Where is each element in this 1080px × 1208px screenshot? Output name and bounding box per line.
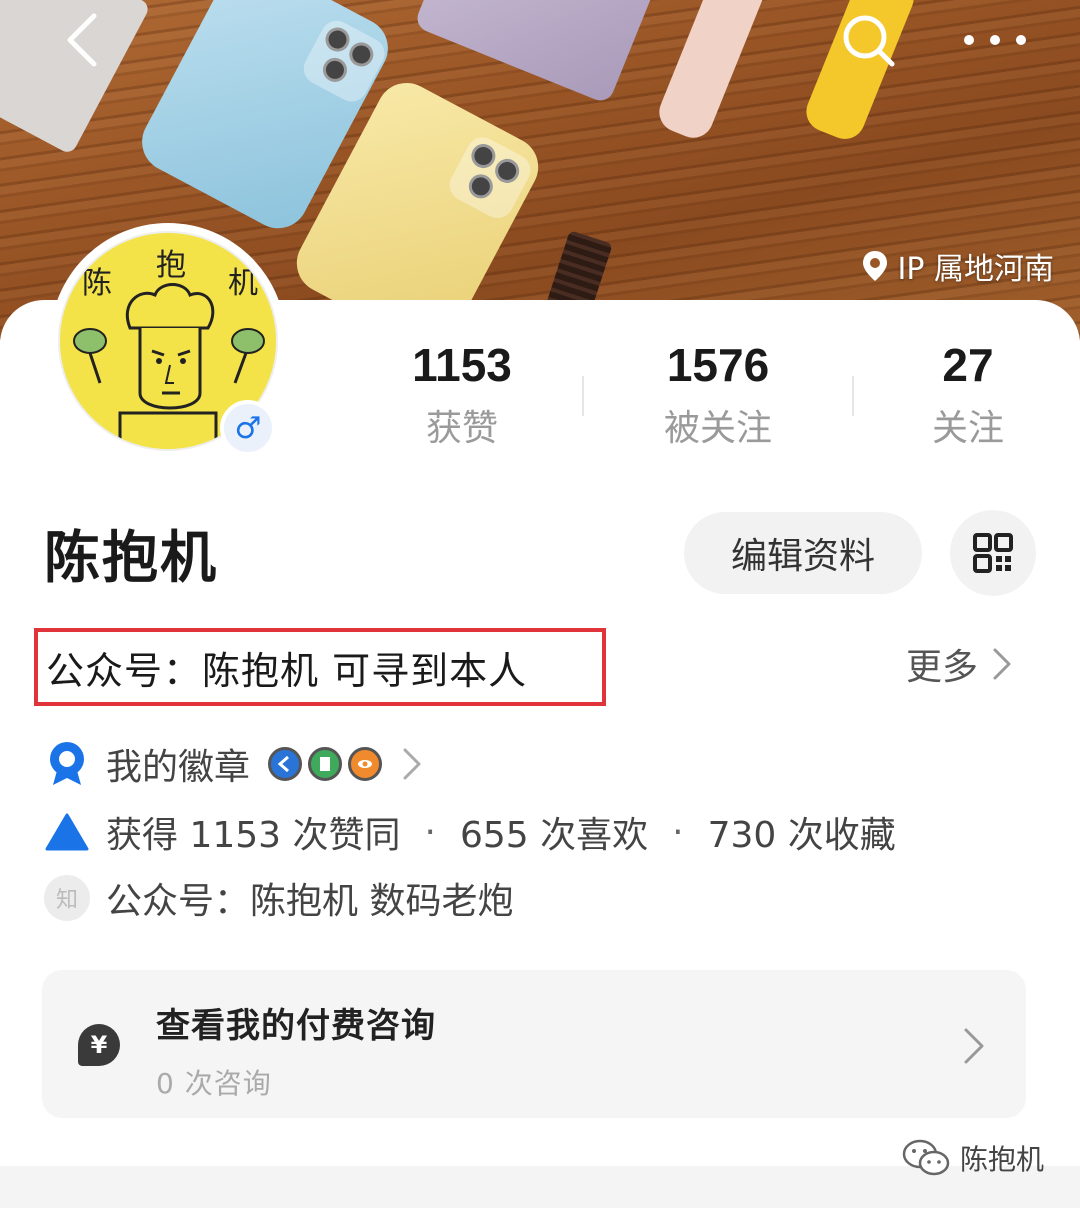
badge-list (268, 747, 383, 781)
qr-code-button[interactable] (950, 510, 1036, 596)
chevron-right-icon (403, 748, 421, 780)
chevron-left-icon (67, 13, 97, 67)
more-info-label: 更多 (906, 647, 979, 688)
achievement-favorites: 730 次收藏 (707, 815, 896, 856)
more-button[interactable] (955, 20, 1035, 60)
stat-followers-value: 1576 (666, 339, 770, 391)
wechat-icon (902, 1139, 950, 1176)
more-dots-icon (964, 35, 1026, 45)
watermark-text: 陈抱机 (959, 1143, 1044, 1176)
yuan-icon: ¥ (78, 1024, 120, 1066)
search-icon (843, 15, 895, 67)
paid-consult-title: 查看我的付费咨询 (156, 1006, 436, 1046)
achievement-row: 获得 1153 次赞同 · 655 次喜欢 · 730 次收藏 (44, 802, 896, 862)
search-button[interactable] (838, 10, 898, 70)
back-button[interactable] (56, 10, 116, 70)
ip-location: IP 属地河南 (862, 246, 1054, 287)
stats-divider (582, 376, 584, 416)
stat-following[interactable]: 27 关注 (868, 336, 1068, 458)
stat-likes-value: 1153 (412, 339, 512, 391)
chevron-right-icon (964, 1028, 984, 1064)
separator-dot: · (672, 811, 684, 853)
zhi-icon: 知 (44, 875, 90, 921)
watermark: 陈抱机 (902, 1138, 1044, 1178)
bio-text: 公众号：陈抱机 可寻到本人 (34, 628, 606, 706)
stat-likes[interactable]: 1153 获赞 (362, 336, 562, 458)
badge-green-icon (308, 747, 343, 781)
intro-text: 公众号：陈抱机 数码老炮 (106, 881, 514, 922)
badge-blue-icon (268, 747, 303, 781)
edit-profile-button[interactable]: 编辑资料 (684, 512, 922, 594)
more-info-link[interactable]: 更多 (906, 636, 1012, 692)
badges-label: 我的徽章 (106, 747, 251, 788)
stat-followers-label: 被关注 (663, 408, 772, 449)
ip-location-text: IP 属地河南 (897, 252, 1054, 287)
gender-male-icon: ♂ (220, 400, 276, 456)
svg-text:抱: 抱 (156, 248, 186, 283)
stat-following-value: 27 (942, 339, 994, 391)
medal-icon (44, 741, 90, 787)
triangle-icon (44, 809, 90, 855)
stat-followers[interactable]: 1576 被关注 (618, 336, 818, 458)
intro-row: 知 公众号：陈抱机 数码老炮 (44, 868, 513, 928)
achievement-likes: 655 次喜欢 (459, 815, 649, 856)
chevron-right-icon (993, 648, 1011, 680)
badge-orange-icon (348, 747, 383, 781)
stat-likes-label: 获赞 (425, 408, 498, 449)
svg-text:机: 机 (228, 266, 258, 301)
paid-consult-card[interactable]: ¥ 查看我的付费咨询 0 次咨询 (42, 970, 1026, 1118)
stat-following-label: 关注 (931, 408, 1004, 449)
location-pin-icon (862, 251, 887, 281)
achievement-votes: 获得 1153 次赞同 (106, 815, 401, 856)
profile-name: 陈抱机 (44, 526, 218, 591)
stats-bar: 1153 获赞 1576 被关注 27 关注 (330, 336, 1050, 456)
paid-consult-count: 0 次咨询 (156, 1067, 272, 1100)
qr-code-icon (973, 533, 1013, 573)
separator-dot: · (424, 811, 436, 853)
stats-divider (852, 376, 854, 416)
badges-row[interactable]: 我的徽章 (44, 734, 422, 794)
svg-text:陈: 陈 (82, 266, 112, 301)
